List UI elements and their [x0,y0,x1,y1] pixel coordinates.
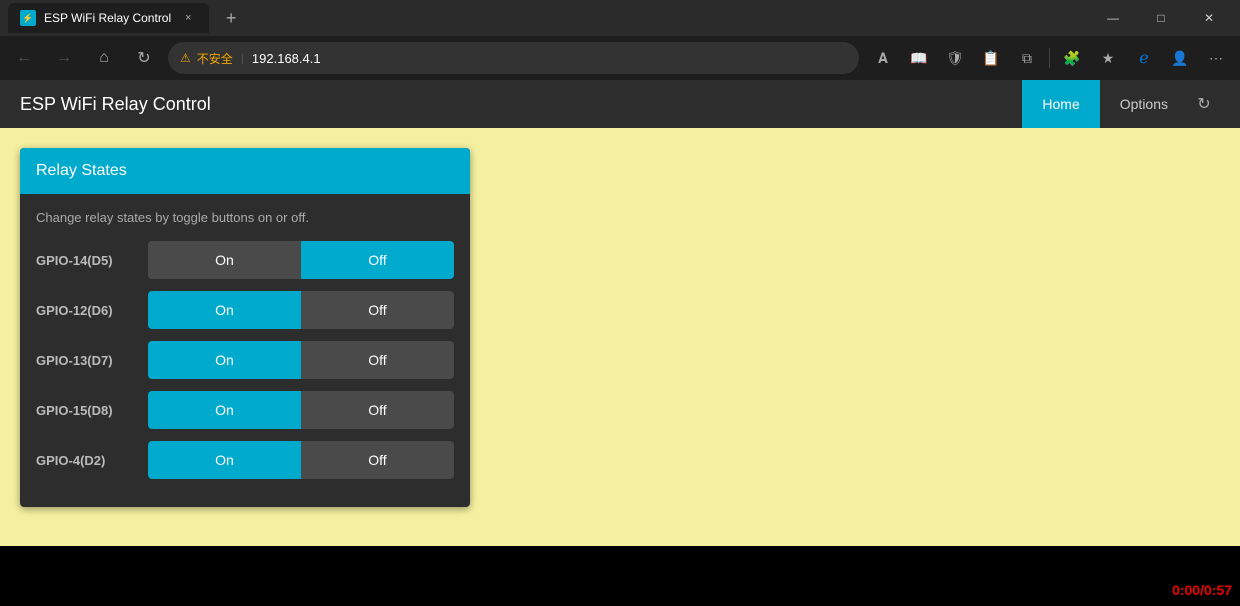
relay-instruction: Change relay states by toggle buttons on… [36,210,454,225]
toggle-group-gpio13: On Off [148,341,454,379]
relay-row: GPIO-4(D2) On Off [36,441,454,479]
minimize-button[interactable]: — [1090,0,1136,36]
relay-card: Relay States Change relay states by togg… [20,148,470,507]
relay-row: GPIO-12(D6) On Off [36,291,454,329]
restore-button[interactable]: □ [1138,0,1184,36]
app-header: ESP WiFi Relay Control Home Options ↻ [0,80,1240,128]
active-tab[interactable]: ⚡ ESP WiFi Relay Control × [8,3,209,33]
collections-icon[interactable]: 📋 [975,42,1007,74]
nav-home[interactable]: Home [1022,80,1099,128]
close-button[interactable]: ✕ [1186,0,1232,36]
toggle-group-gpio12: On Off [148,291,454,329]
address-bar: ← → ⌂ ↻ ⚠ 不安全 | 192.168.4.1 𝐀 📖 🛡 📋 ⧉ 🧩 … [0,36,1240,80]
relay-label-gpio14: GPIO-14(D5) [36,253,136,268]
browser-essentials-icon[interactable]: 🛡 [939,42,971,74]
toggle-group-gpio4: On Off [148,441,454,479]
relay-on-gpio13[interactable]: On [148,341,301,379]
toggle-group-gpio15: On Off [148,391,454,429]
relay-card-title: Relay States [36,162,127,179]
relay-off-gpio12[interactable]: Off [301,291,454,329]
new-tab-button[interactable]: + [217,4,245,32]
relay-card-body: Change relay states by toggle buttons on… [20,194,470,507]
relay-off-gpio13[interactable]: Off [301,341,454,379]
window-controls: — □ ✕ [1090,0,1232,36]
relay-label-gpio13: GPIO-13(D7) [36,353,136,368]
security-label: 不安全 [197,50,233,67]
relay-row: GPIO-14(D5) On Off [36,241,454,279]
timer-display: 0:00/0:57 [1172,582,1232,598]
forward-button[interactable]: → [48,42,80,74]
split-screen-icon[interactable]: ⧉ [1011,42,1043,74]
immersive-reader-icon[interactable]: 📖 [903,42,935,74]
extensions-icon[interactable]: 🧩 [1056,42,1088,74]
toolbar-divider [1049,48,1050,68]
toggle-group-gpio14: On Off [148,241,454,279]
relay-off-gpio15[interactable]: Off [301,391,454,429]
read-aloud-icon[interactable]: 𝐀 [867,42,899,74]
relay-on-gpio4[interactable]: On [148,441,301,479]
tab-title: ESP WiFi Relay Control [44,11,171,25]
settings-more-icon[interactable]: ⋯ [1200,42,1232,74]
tab-favicon: ⚡ [20,10,36,26]
home-button[interactable]: ⌂ [88,42,120,74]
relay-row: GPIO-13(D7) On Off [36,341,454,379]
relay-off-gpio4[interactable]: Off [301,441,454,479]
refresh-button[interactable]: ↻ [128,42,160,74]
favorites-icon[interactable]: ★ [1092,42,1124,74]
tab-close-button[interactable]: × [179,9,197,27]
relay-off-gpio14[interactable]: Off [301,241,454,279]
back-button[interactable]: ← [8,42,40,74]
nav-links: Home Options ↻ [1022,80,1220,128]
relay-label-gpio12: GPIO-12(D6) [36,303,136,318]
relay-label-gpio4: GPIO-4(D2) [36,453,136,468]
relay-on-gpio15[interactable]: On [148,391,301,429]
relay-on-gpio14[interactable]: On [148,241,301,279]
toolbar-icons: 𝐀 📖 🛡 📋 ⧉ 🧩 ★ ℯ 👤 ⋯ [867,42,1232,74]
app-title: ESP WiFi Relay Control [20,94,1022,115]
edge-icon[interactable]: ℯ [1128,42,1160,74]
address-text: 192.168.4.1 [252,51,321,66]
relay-label-gpio15: GPIO-15(D8) [36,403,136,418]
app-refresh-button[interactable]: ↻ [1188,80,1220,128]
relay-card-header: Relay States [20,148,470,194]
nav-options[interactable]: Options [1100,80,1188,128]
relay-row: GPIO-15(D8) On Off [36,391,454,429]
main-content: Relay States Change relay states by togg… [0,128,1240,546]
address-input[interactable]: ⚠ 不安全 | 192.168.4.1 [168,42,859,74]
security-icon: ⚠ [180,51,191,65]
relay-on-gpio12[interactable]: On [148,291,301,329]
profile-icon[interactable]: 👤 [1164,42,1196,74]
browser-titlebar: ⚡ ESP WiFi Relay Control × + — □ ✕ [0,0,1240,36]
